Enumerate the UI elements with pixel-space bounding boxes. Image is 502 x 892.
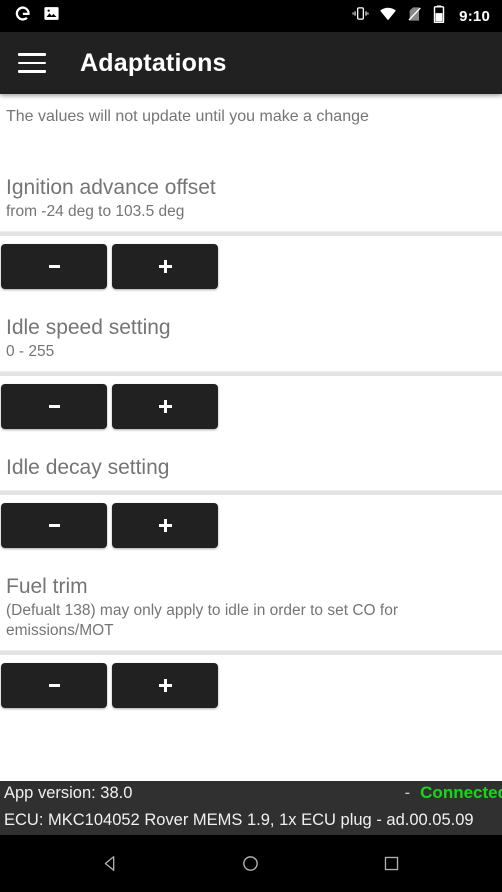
section-subtitle: from -24 deg to 103.5 deg: [6, 203, 185, 220]
stepper-row: [0, 376, 502, 429]
section-title: Idle speed setting: [6, 316, 171, 339]
section-idle-decay-setting: Idle decay setting: [0, 455, 502, 574]
android-navigation-bar: [0, 835, 502, 892]
ecu-info-label: ECU: MKC104052 Rover MEMS 1.9, 1x ECU pl…: [4, 811, 474, 829]
increment-button[interactable]: [112, 503, 218, 548]
home-icon[interactable]: [224, 835, 278, 892]
app-version-label: App version: 38.0: [4, 784, 133, 802]
increment-button[interactable]: [112, 663, 218, 708]
plus-icon: [158, 260, 172, 273]
section-ignition-advance-offset: Ignition advance offset from -24 deg to …: [0, 175, 502, 315]
app-bar: Adaptations: [0, 32, 502, 94]
minus-icon: [48, 684, 60, 687]
plus-icon: [158, 519, 172, 532]
decrement-button[interactable]: [1, 244, 107, 289]
decrement-button[interactable]: [1, 503, 107, 548]
hamburger-menu-icon[interactable]: [18, 53, 46, 73]
section-subtitle: 0 - 255: [6, 343, 55, 360]
hamburger-line: [18, 70, 46, 73]
increment-button[interactable]: [112, 384, 218, 429]
minus-icon: [48, 405, 60, 408]
section-fuel-trim: Fuel trim (Defualt 138) may only apply t…: [0, 574, 502, 708]
increment-button[interactable]: [112, 244, 218, 289]
back-icon[interactable]: [83, 835, 137, 892]
section-title: Fuel trim: [6, 575, 88, 598]
page-title: Adaptations: [80, 48, 227, 77]
stepper-row: [0, 236, 502, 289]
wifi-icon: [379, 5, 397, 28]
hamburger-line: [18, 53, 46, 56]
section-title: Idle decay setting: [6, 456, 170, 479]
recents-icon[interactable]: [365, 835, 419, 892]
hamburger-line: [18, 61, 46, 65]
battery-icon: [433, 4, 445, 28]
android-screen: 9:10 Adaptations The values will not upd…: [0, 0, 502, 892]
adaptations-list[interactable]: The values will not update until you mak…: [0, 94, 502, 781]
section-idle-speed-setting: Idle speed setting 0 - 255: [0, 315, 502, 455]
status-separator: -: [404, 784, 411, 802]
minus-icon: [48, 265, 60, 268]
no-sim-icon: [407, 6, 423, 27]
plus-icon: [158, 400, 172, 413]
android-status-bar: 9:10: [0, 0, 502, 32]
status-bar-clock: 9:10: [459, 7, 490, 25]
section-subtitle: (Defualt 138) may only apply to idle in …: [6, 602, 398, 639]
stepper-row: [0, 495, 502, 548]
google-g-icon: [14, 5, 31, 27]
stepper-row: [0, 655, 502, 708]
plus-icon: [158, 679, 172, 692]
minus-icon: [48, 524, 60, 527]
vibrate-icon: [352, 5, 369, 27]
photos-icon: [43, 5, 60, 27]
update-notice: The values will not update until you mak…: [6, 108, 369, 125]
status-bar-notification-icons: [14, 5, 60, 27]
status-bar-system-icons: 9:10: [352, 4, 490, 28]
section-title: Ignition advance offset: [6, 176, 216, 199]
status-line-app-version: App version: 38.0 - Connected: [4, 783, 502, 808]
decrement-button[interactable]: [1, 663, 107, 708]
connection-status-badge: Connected: [420, 783, 502, 802]
decrement-button[interactable]: [1, 384, 107, 429]
connection-status-bar: App version: 38.0 - Connected ECU: MKC10…: [0, 781, 502, 835]
